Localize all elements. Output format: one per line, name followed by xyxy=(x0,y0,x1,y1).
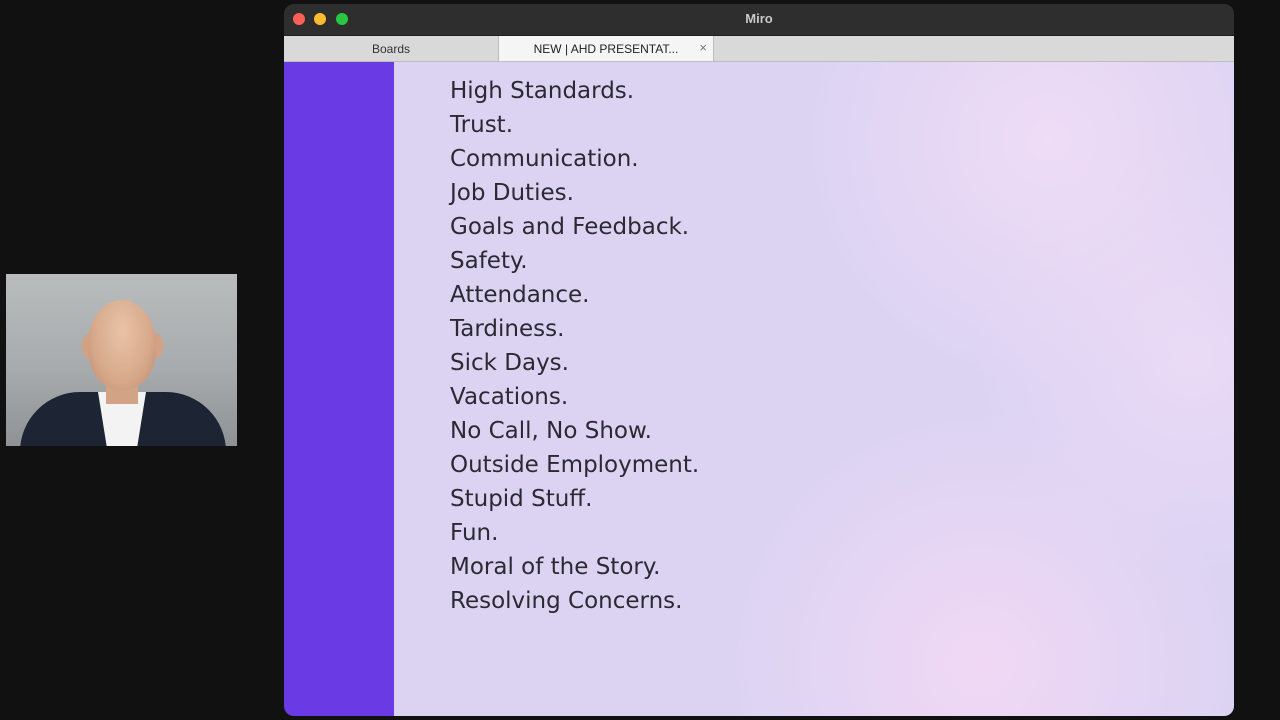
miro-window: Miro Boards NEW | AHD PRESENTAT... × Hig… xyxy=(284,4,1234,716)
close-icon[interactable]: × xyxy=(699,40,707,55)
tab-label: Boards xyxy=(371,41,411,56)
tab-label: NEW | AHD PRESENTAT... xyxy=(533,41,679,56)
agenda-item: No Call, No Show. xyxy=(450,418,652,444)
agenda-item: Resolving Concerns. xyxy=(450,588,683,614)
agenda-item: Moral of the Story. xyxy=(450,554,661,580)
agenda-item: Attendance. xyxy=(450,282,590,308)
agenda-item: High Standards. xyxy=(450,78,635,104)
agenda-item: Goals and Feedback. xyxy=(450,214,690,240)
agenda-list: High Standards. Trust. Communication. Jo… xyxy=(450,74,699,618)
agenda-item: Safety. xyxy=(450,248,528,274)
presenter-head xyxy=(88,300,156,390)
slide-accent-bar xyxy=(284,62,394,716)
tab-bar: Boards NEW | AHD PRESENTAT... × xyxy=(284,36,1234,62)
agenda-item: Tardiness. xyxy=(450,316,565,342)
window-title: Miro xyxy=(745,11,773,26)
agenda-item: Fun. xyxy=(450,520,499,546)
title-bar[interactable]: Miro xyxy=(284,4,1234,36)
agenda-item: Vacations. xyxy=(450,384,569,410)
agenda-item: Trust. xyxy=(450,112,514,138)
agenda-item: Communication. xyxy=(450,146,639,172)
webcam-video-tile xyxy=(6,274,237,446)
agenda-item: Stupid Stuff. xyxy=(450,486,593,512)
presentation-slide[interactable]: High Standards. Trust. Communication. Jo… xyxy=(394,62,1234,716)
agenda-item: Job Duties. xyxy=(450,180,574,206)
agenda-item: Sick Days. xyxy=(450,350,569,376)
tab-boards[interactable]: Boards xyxy=(284,36,499,61)
agenda-item: Outside Employment. xyxy=(450,452,700,478)
tab-presentation[interactable]: NEW | AHD PRESENTAT... × xyxy=(499,36,714,61)
board-canvas[interactable]: High Standards. Trust. Communication. Jo… xyxy=(284,62,1234,716)
